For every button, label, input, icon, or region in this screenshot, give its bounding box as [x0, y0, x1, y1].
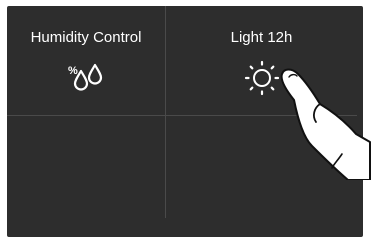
tile-light-12h[interactable]: Light 12h	[166, 6, 357, 115]
tile-light-12h-label: Light 12h	[230, 29, 293, 46]
svg-text:%: %	[68, 65, 78, 77]
tile-humidity-control[interactable]: Humidity Control %	[7, 6, 165, 115]
humidity-drops-icon: %	[7, 58, 165, 98]
tile-empty-bottom-left[interactable]	[7, 116, 165, 218]
tile-empty-bottom-right[interactable]	[166, 116, 357, 218]
sun-icon	[166, 58, 357, 98]
tile-humidity-control-label: Humidity Control	[30, 29, 142, 46]
control-panel: Humidity Control % Light 12h	[7, 6, 363, 237]
